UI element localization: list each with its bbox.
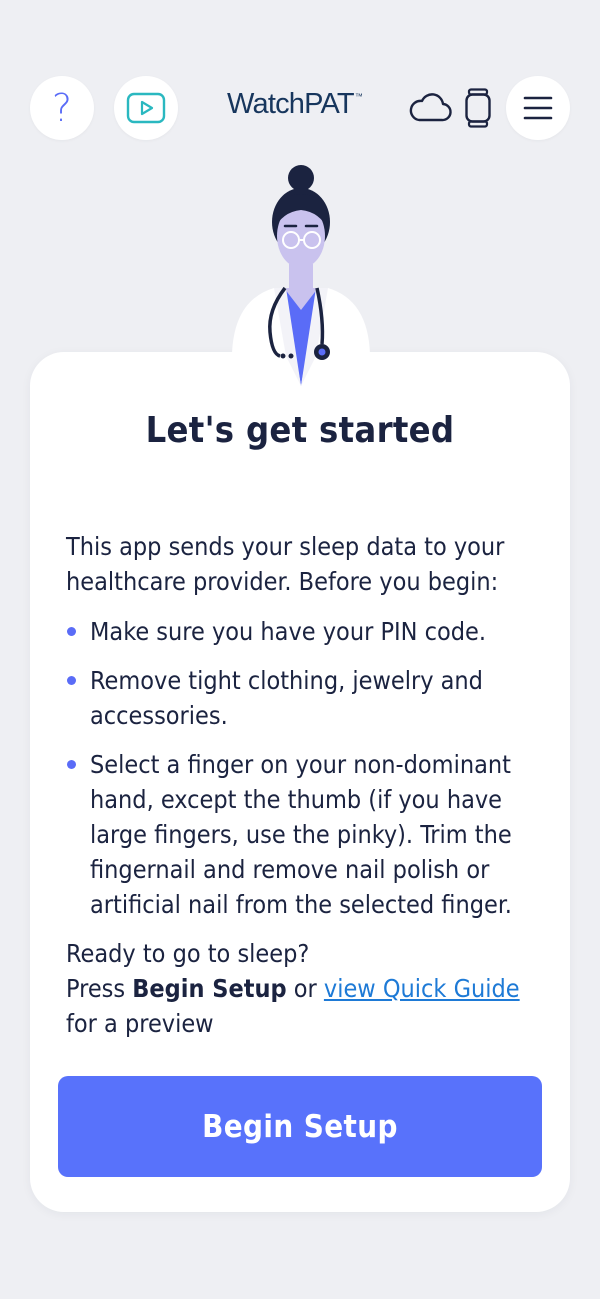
hamburger-menu-icon [523, 96, 553, 120]
ready-text: Ready to go to sleep? Press Begin Setup … [66, 936, 536, 1041]
list-item: Make sure you have your PIN code. [66, 614, 536, 649]
press-instructions: Press Begin Setup or view Quick Guide fo… [66, 974, 520, 1038]
begin-setup-emphasis: Begin Setup [132, 974, 287, 1003]
menu-button[interactable] [506, 76, 570, 140]
bullet-icon [67, 760, 76, 769]
watch-device-icon[interactable] [464, 88, 492, 128]
list-item: Remove tight clothing, jewelry and acces… [66, 663, 536, 733]
begin-setup-button[interactable]: Begin Setup [58, 1076, 542, 1177]
quick-guide-link[interactable]: view Quick Guide [324, 974, 520, 1003]
bullet-icon [67, 676, 76, 685]
question-mark-icon: ? [51, 86, 73, 130]
doctor-illustration [232, 165, 370, 386]
instructions-list: Make sure you have your PIN code. Remove… [66, 614, 536, 936]
intro-text: This app sends your sleep data to your h… [66, 532, 505, 596]
play-video-icon [126, 92, 166, 124]
page-title: Let's get started [145, 410, 455, 451]
video-tutorial-button[interactable] [114, 76, 178, 140]
watchpat-logo: Watch PAT ™ [227, 88, 363, 120]
help-button[interactable]: ? [30, 76, 94, 140]
list-item: Select a finger on your non-dominant han… [66, 747, 536, 922]
cloud-icon[interactable] [408, 91, 452, 123]
bullet-icon [67, 627, 76, 636]
